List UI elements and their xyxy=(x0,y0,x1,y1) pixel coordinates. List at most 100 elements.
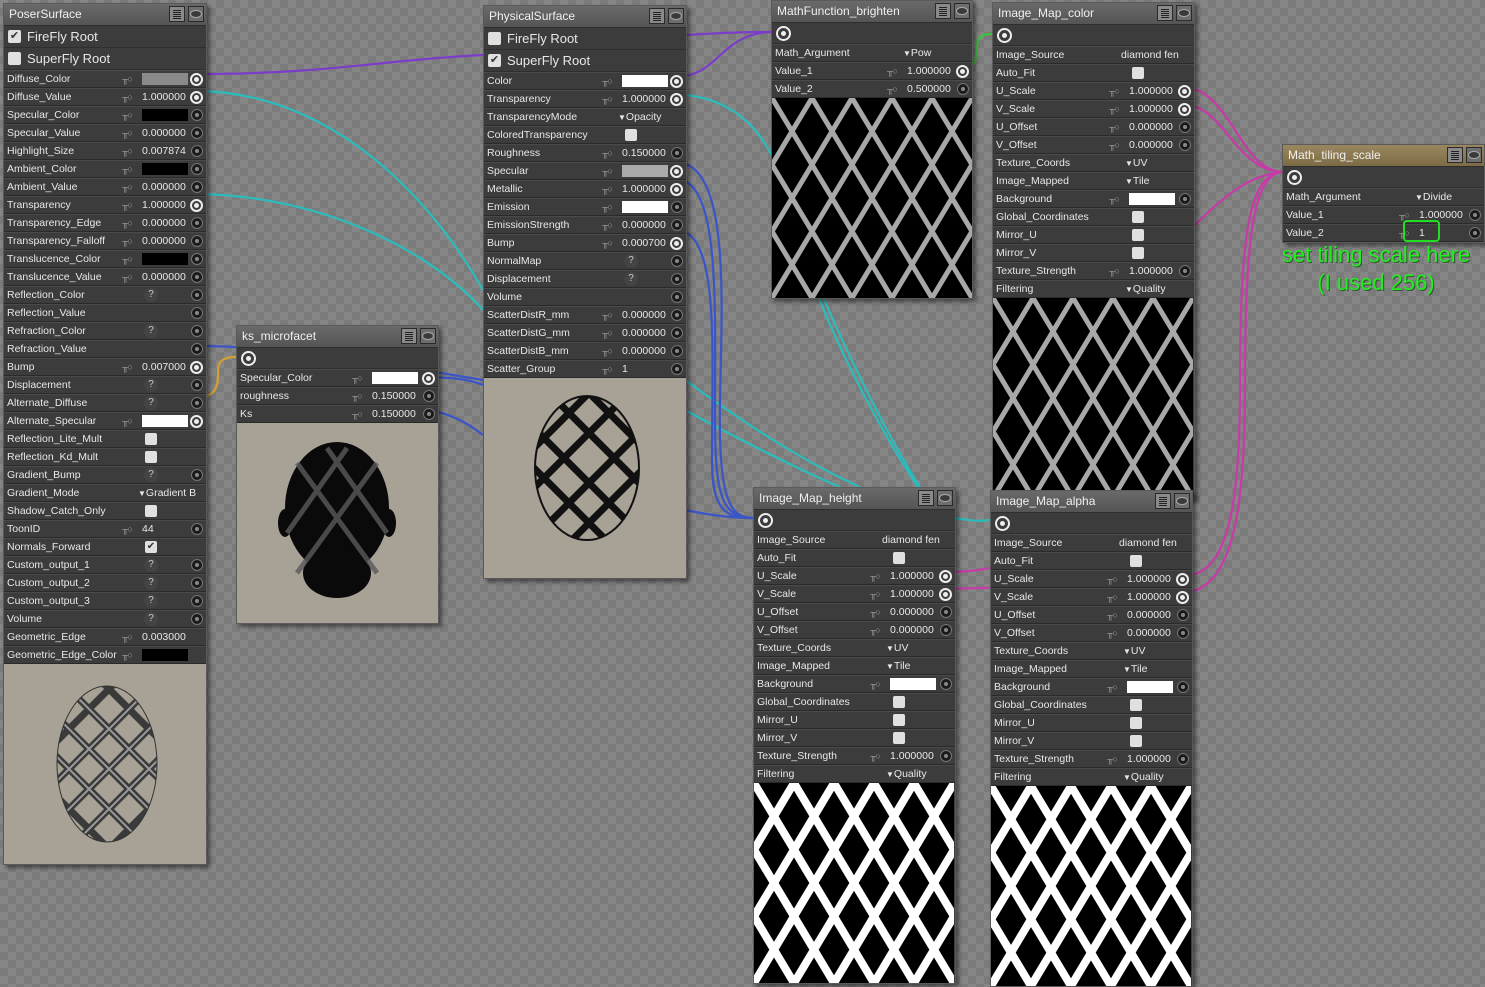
input-socket-connected-icon[interactable] xyxy=(190,415,203,428)
keyframe-icon[interactable]: ╥○ xyxy=(602,163,613,179)
keyframe-icon[interactable]: ╥○ xyxy=(870,586,881,602)
keyframe-icon[interactable]: ╥○ xyxy=(1107,625,1118,641)
output-socket-icon[interactable] xyxy=(758,513,773,528)
input-socket-icon[interactable] xyxy=(191,145,203,157)
input-socket-icon[interactable] xyxy=(191,469,203,481)
param-value[interactable]: 1.000000 xyxy=(1129,263,1173,279)
checkbox-unchecked[interactable] xyxy=(145,505,157,517)
input-socket-connected-icon[interactable] xyxy=(190,199,203,212)
keyframe-icon[interactable]: ╥○ xyxy=(602,325,613,341)
input-socket-connected-icon[interactable] xyxy=(670,93,683,106)
input-socket-connected-icon[interactable] xyxy=(1176,573,1189,586)
input-socket-icon[interactable] xyxy=(191,325,203,337)
dropdown-select[interactable]: ▼Tile xyxy=(886,658,910,675)
checkbox-unchecked[interactable] xyxy=(893,696,905,708)
input-socket-icon[interactable] xyxy=(1179,193,1191,205)
keyframe-icon[interactable]: ╥○ xyxy=(122,143,133,159)
keyframe-icon[interactable]: ╥○ xyxy=(1109,191,1120,207)
eye-icon[interactable] xyxy=(1176,5,1192,21)
color-swatch[interactable] xyxy=(142,109,188,121)
input-socket-icon[interactable] xyxy=(671,327,683,339)
node-poser-surface[interactable]: PoserSurface ✔ FireFly Root SuperFly Root … xyxy=(3,3,207,865)
input-socket-icon[interactable] xyxy=(940,678,952,690)
keyframe-icon[interactable]: ╥○ xyxy=(122,233,133,249)
dropdown-select[interactable]: ▼Opacity xyxy=(618,109,662,126)
output-socket-icon[interactable] xyxy=(776,26,791,41)
param-value[interactable]: 0.150000 xyxy=(622,145,666,161)
input-socket-icon[interactable] xyxy=(191,109,203,121)
keyframe-icon[interactable]: ╥○ xyxy=(870,622,881,638)
keyframe-icon[interactable]: ╥○ xyxy=(122,629,133,645)
keyframe-icon[interactable]: ╥○ xyxy=(602,235,613,251)
color-swatch[interactable] xyxy=(622,201,668,213)
param-value[interactable]: 1.000000 xyxy=(1129,101,1173,117)
input-socket-icon[interactable] xyxy=(1177,609,1189,621)
keyframe-icon[interactable]: ╥○ xyxy=(602,181,613,197)
input-socket-icon[interactable] xyxy=(1179,265,1191,277)
input-socket-connected-icon[interactable] xyxy=(670,75,683,88)
param-value[interactable]: 1.000000 xyxy=(142,197,186,213)
input-socket-icon[interactable] xyxy=(191,307,203,319)
param-value[interactable]: 0.000000 xyxy=(142,179,186,195)
checkbox-unchecked[interactable] xyxy=(8,52,21,65)
param-value[interactable]: 44 xyxy=(142,521,154,537)
input-socket-icon[interactable] xyxy=(671,363,683,375)
node-title[interactable]: Image_Map_color xyxy=(993,3,1194,25)
checkbox-unchecked[interactable] xyxy=(1130,735,1142,747)
dropdown-select[interactable]: ▼Pow xyxy=(903,45,931,62)
color-swatch[interactable] xyxy=(142,253,188,265)
input-socket-connected-icon[interactable] xyxy=(1178,85,1191,98)
dropdown-select[interactable]: ▼UV xyxy=(886,640,909,657)
input-socket-icon[interactable] xyxy=(940,624,952,636)
dropdown-select[interactable]: ▼Quality xyxy=(1123,769,1164,786)
keyframe-icon[interactable]: ╥○ xyxy=(870,676,881,692)
eye-icon[interactable] xyxy=(188,6,204,22)
keyframe-icon[interactable]: ╥○ xyxy=(122,71,133,87)
input-socket-connected-icon[interactable] xyxy=(190,73,203,86)
param-value[interactable]: 1 xyxy=(622,361,628,377)
color-swatch[interactable] xyxy=(142,163,188,175)
checkbox-unchecked[interactable] xyxy=(1130,555,1142,567)
color-swatch[interactable] xyxy=(1129,193,1175,205)
image-source-value[interactable]: diamond fen xyxy=(1121,47,1179,63)
node-ks-microfacet[interactable]: ks_microfacet Specular_Color ╥○ roughness ╥… xyxy=(236,325,439,624)
input-socket-connected-icon[interactable] xyxy=(1178,103,1191,116)
keyframe-icon[interactable]: ╥○ xyxy=(122,269,133,285)
node-title[interactable]: PoserSurface xyxy=(4,4,206,26)
input-socket-icon[interactable] xyxy=(191,577,203,589)
keyframe-icon[interactable]: ╥○ xyxy=(122,179,133,195)
input-socket-icon[interactable] xyxy=(191,217,203,229)
input-socket-icon[interactable] xyxy=(671,273,683,285)
color-swatch[interactable] xyxy=(142,73,188,85)
checkbox-unchecked[interactable] xyxy=(893,552,905,564)
eye-icon[interactable] xyxy=(1174,493,1190,509)
param-value[interactable]: 1.000000 xyxy=(1129,83,1173,99)
param-value[interactable]: 0.000000 xyxy=(142,125,186,141)
keyframe-icon[interactable]: ╥○ xyxy=(352,406,363,422)
color-swatch[interactable] xyxy=(142,649,188,661)
keyframe-icon[interactable]: ╥○ xyxy=(1109,137,1120,153)
checkbox-checked[interactable]: ✔ xyxy=(8,30,21,43)
node-image-map-color[interactable]: Image_Map_color Image_Source diamond fen A… xyxy=(992,2,1195,499)
param-value[interactable]: 1.000000 xyxy=(890,748,934,764)
param-value[interactable]: 1.000000 xyxy=(622,91,666,107)
input-socket-icon[interactable] xyxy=(1177,681,1189,693)
eye-icon[interactable] xyxy=(1466,147,1482,163)
keyframe-icon[interactable]: ╥○ xyxy=(602,91,613,107)
menu-icon[interactable] xyxy=(1155,493,1171,509)
keyframe-icon[interactable]: ╥○ xyxy=(122,197,133,213)
param-value[interactable]: 0.000000 xyxy=(142,215,186,231)
root-toggle[interactable]: ✔ FireFly Root xyxy=(4,26,206,48)
input-socket-connected-icon[interactable] xyxy=(939,570,952,583)
checkbox-unchecked[interactable] xyxy=(488,32,501,45)
input-socket-icon[interactable] xyxy=(191,253,203,265)
keyframe-icon[interactable]: ╥○ xyxy=(122,359,133,375)
input-socket-connected-icon[interactable] xyxy=(956,65,969,78)
input-socket-connected-icon[interactable] xyxy=(422,372,435,385)
keyframe-icon[interactable]: ╥○ xyxy=(602,73,613,89)
image-source-value[interactable]: diamond fen xyxy=(882,532,940,548)
menu-icon[interactable] xyxy=(918,490,934,506)
input-socket-icon[interactable] xyxy=(671,291,683,303)
input-socket-icon[interactable] xyxy=(940,750,952,762)
dropdown-select[interactable]: ▼UV xyxy=(1123,643,1146,660)
